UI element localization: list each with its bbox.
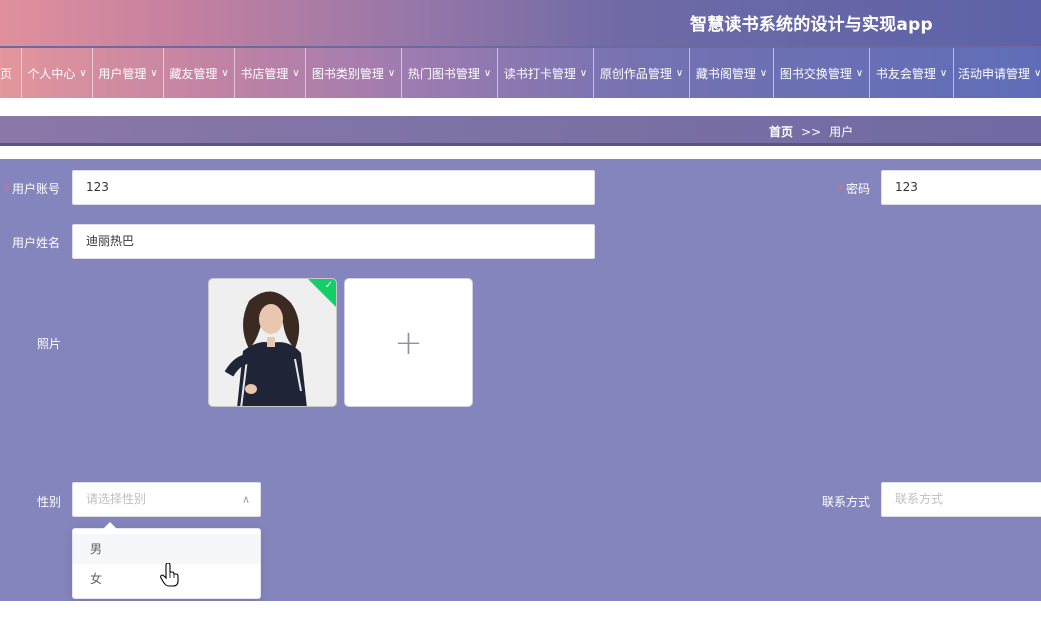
nav-item-label: 图书类别管理 [311, 66, 384, 81]
nav-item-activity-management[interactable]: 活动申请管理 ∨ [954, 48, 1041, 98]
chevron-down-icon: ∨ [483, 67, 492, 79]
account-input[interactable]: 123 [72, 170, 595, 205]
nav-item-label: 个人中心 [27, 66, 76, 81]
chevron-up-icon: ∧ [241, 493, 250, 506]
gender-label: 性别 [37, 495, 62, 509]
chevron-down-icon: ∨ [939, 67, 948, 79]
photo-label: 照片 [37, 337, 62, 351]
nav-item-popular-books-management[interactable]: 热门图书管理 ∨ [402, 48, 498, 98]
contact-input[interactable]: 联系方式 [881, 482, 1041, 517]
chevron-down-icon: ∨ [150, 67, 158, 79]
nav-item-label: 书友会管理 [875, 66, 936, 81]
hand-cursor-icon [160, 563, 179, 587]
gender-select-placeholder: 请选择性别 [86, 492, 147, 506]
chevron-down-icon: ∨ [675, 67, 684, 79]
chevron-down-icon: ∨ [79, 67, 87, 79]
spacer [0, 149, 1041, 159]
person-photo-image [209, 279, 336, 406]
nav-item-label: 原创作品管理 [599, 66, 672, 81]
chevron-down-icon: ∨ [387, 67, 396, 79]
upload-button[interactable]: + [344, 278, 473, 407]
chevron-down-icon: ∨ [292, 67, 300, 79]
nav-item-label: 藏书阁管理 [695, 66, 756, 81]
nav-item-label: 用户管理 [98, 66, 147, 81]
nav-item-exchange-management[interactable]: 图书交换管理 ∨ [774, 48, 870, 98]
nav-item-user-management[interactable]: 用户管理 ∨ [93, 48, 164, 98]
nav-item-original-works-management[interactable]: 原创作品管理 ∨ [594, 48, 690, 98]
app-header: 智慧读书系统的设计与实现app [0, 0, 1041, 46]
dropdown-caret [103, 522, 117, 529]
top-nav: 页 个人中心 ∨ 用户管理 ∨ 藏友管理 ∨ 书店管理 ∨ 图书类别管理 ∨ 热门图书管理… [0, 46, 1041, 98]
nav-item-label: 读书打卡管理 [503, 66, 576, 81]
nav-item-label: 活动申请管理 [958, 66, 1031, 81]
nav-item-label: 热门图书管理 [407, 66, 480, 81]
nav-item-collector-management[interactable]: 藏友管理 ∨ [164, 48, 235, 98]
required-mark: * [838, 182, 844, 196]
account-label: * 用户账号 [4, 180, 60, 197]
gender-option-male[interactable]: 男 [73, 534, 260, 564]
gender-select[interactable]: 请选择性别 ∧ [72, 482, 261, 517]
nav-item-category-management[interactable]: 图书类别管理 ∨ [306, 48, 402, 98]
nav-item-label: 图书交换管理 [779, 66, 852, 81]
nav-item-personal-center[interactable]: 个人中心 ∨ [22, 48, 93, 98]
nav-item-label: 藏友管理 [169, 66, 218, 81]
nav-item-checkin-management[interactable]: 读书打卡管理 ∨ [498, 48, 594, 98]
breadcrumb-home[interactable]: 首页 [769, 125, 793, 139]
breadcrumb-separator: >> [801, 125, 822, 139]
nav-item-home[interactable]: 页 [0, 48, 22, 98]
chevron-down-icon: ∨ [1034, 67, 1041, 79]
chevron-down-icon: ∨ [579, 67, 588, 79]
photo-thumbnail[interactable]: ✓ [208, 278, 337, 407]
nav-item-bookstore-management[interactable]: 书店管理 ∨ [235, 48, 306, 98]
contact-label: 联系方式 [822, 495, 871, 509]
chevron-down-icon: ∨ [221, 67, 229, 79]
app-title: 智慧读书系统的设计与实现app [690, 15, 933, 35]
breadcrumb-current: 用户 [829, 125, 854, 139]
user-form: * 用户账号 123 * 密码 123 用户姓名 迪丽热巴 照片 ✓ + 性别 请选… [0, 159, 1041, 601]
name-input[interactable]: 迪丽热巴 [72, 224, 595, 259]
nav-item-label: 书店管理 [240, 66, 289, 81]
name-label: 用户姓名 [12, 236, 61, 250]
chevron-down-icon: ∨ [855, 67, 864, 79]
nav-item-label: 页 [0, 66, 13, 81]
password-label-text: 密码 [846, 182, 871, 196]
footer-space [0, 601, 1041, 624]
account-label-text: 用户账号 [12, 182, 61, 196]
check-icon: ✓ [324, 280, 333, 291]
required-mark: * [4, 182, 10, 196]
password-input[interactable]: 123 [881, 170, 1041, 205]
breadcrumb-bar: 首页 >> 用户 [0, 116, 1041, 146]
chevron-down-icon: ∨ [759, 67, 768, 79]
plus-icon: + [394, 322, 423, 363]
password-label: * 密码 [838, 180, 870, 197]
nav-item-library-management[interactable]: 藏书阁管理 ∨ [690, 48, 774, 98]
breadcrumb: 首页 >> 用户 [769, 123, 853, 140]
nav-item-club-management[interactable]: 书友会管理 ∨ [870, 48, 954, 98]
spacer [0, 98, 1041, 116]
